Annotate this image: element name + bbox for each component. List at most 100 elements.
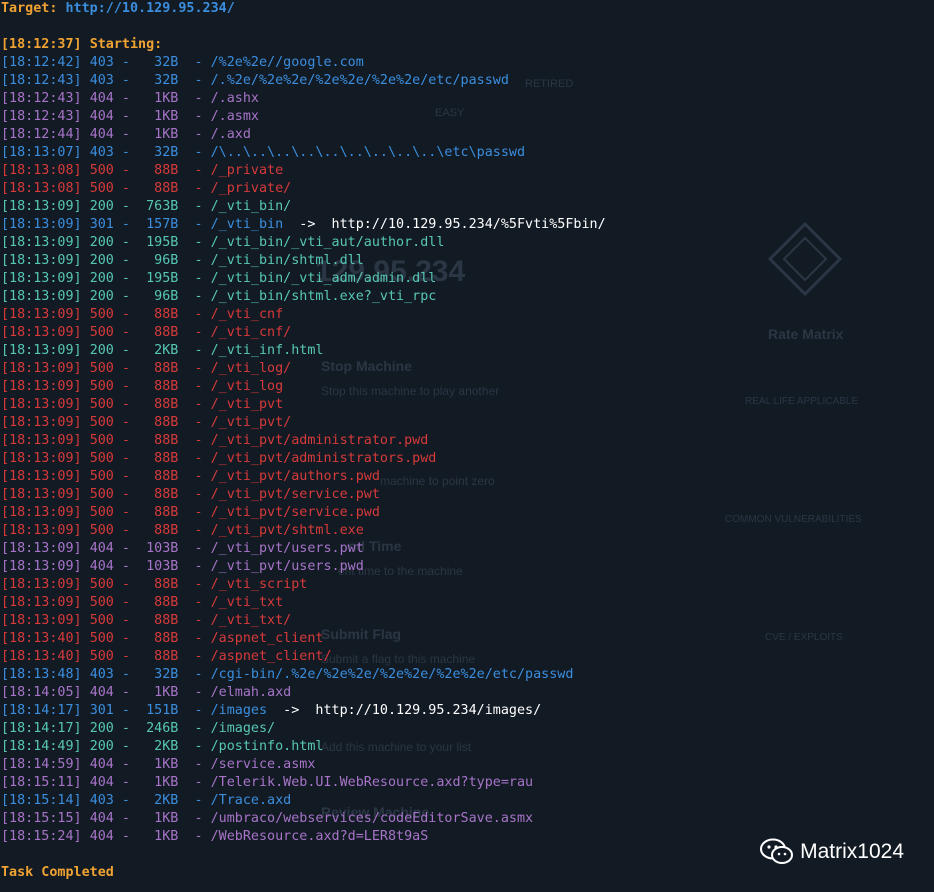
log-timestamp: [18:13:09] — [1, 235, 82, 250]
log-path: /_private — [210, 163, 284, 178]
log-path: /_vti_pvt — [210, 397, 284, 412]
log-path: /_vti_bin/shtml.exe?_vti_rpc — [210, 289, 437, 304]
log-timestamp: [18:13:09] — [1, 289, 82, 304]
log-status: 404 — [89, 109, 114, 124]
log-line: [18:12:44] 404 - 1KB - /.axd — [1, 127, 251, 142]
log-size: 195B — [146, 271, 179, 286]
log-timestamp: [18:13:09] — [1, 487, 82, 502]
log-path: /.%2e/%2e%2e/%2e%2e/%2e%2e/etc/passwd — [210, 73, 509, 88]
log-status: 500 — [89, 487, 114, 502]
log-status: 200 — [89, 721, 114, 736]
log-status: 404 — [89, 91, 114, 106]
log-path: /_vti_bin/_vti_adm/admin.dll — [210, 271, 437, 286]
log-status: 500 — [89, 181, 114, 196]
log-path: /_vti_bin/shtml.dll — [210, 253, 364, 268]
log-path: /postinfo.html — [210, 739, 324, 754]
log-timestamp: [18:12:44] — [1, 127, 82, 142]
log-status: 200 — [89, 253, 114, 268]
log-timestamp: [18:15:14] — [1, 793, 82, 808]
log-status: 404 — [89, 541, 114, 556]
starting-line: [18:12:37] Starting: — [1, 36, 931, 54]
log-status: 500 — [89, 307, 114, 322]
log-line: [18:13:08] 500 - 88B - /_private/ — [1, 181, 292, 196]
log-size: 1KB — [154, 127, 179, 142]
log-timestamp: [18:13:09] — [1, 523, 82, 538]
log-line: [18:13:08] 500 - 88B - /_private — [1, 163, 284, 178]
log-path: /.asmx — [210, 109, 259, 124]
log-line: [18:13:09] 200 - 2KB - /_vti_inf.html — [1, 343, 324, 358]
log-status: 301 — [89, 703, 114, 718]
log-status: 500 — [89, 595, 114, 610]
log-timestamp: [18:13:09] — [1, 271, 82, 286]
log-line: [18:12:43] 403 - 32B - /.%2e/%2e%2e/%2e%… — [1, 73, 509, 88]
log-timestamp: [18:13:07] — [1, 145, 82, 160]
log-status: 404 — [89, 775, 114, 790]
log-line: [18:12:43] 404 - 1KB - /.ashx — [1, 91, 259, 106]
log-timestamp: [18:14:17] — [1, 703, 82, 718]
log-size: 1KB — [154, 757, 179, 772]
log-status: 404 — [89, 559, 114, 574]
log-status: 500 — [89, 361, 114, 376]
log-timestamp: [18:13:09] — [1, 217, 82, 232]
redirect-arrow: -> — [267, 703, 316, 718]
log-timestamp: [18:13:09] — [1, 199, 82, 214]
watermark: Matrix1024 — [760, 838, 904, 866]
log-path: /_vti_pvt/shtml.exe — [210, 523, 364, 538]
terminal-output: Target: http://10.129.95.234/ [18:12:37]… — [1, 0, 931, 882]
log-line: [18:15:15] 404 - 1KB - /umbraco/webservi… — [1, 811, 534, 826]
log-path: /.axd — [210, 127, 251, 142]
log-lines: [18:12:42] 403 - 32B - /%2e%2e//google.c… — [1, 54, 931, 846]
log-status: 403 — [89, 667, 114, 682]
log-line: [18:13:09] 500 - 88B - /_vti_pvt/ — [1, 415, 292, 430]
log-status: 404 — [89, 811, 114, 826]
log-size: 246B — [146, 721, 179, 736]
starting-time: [18:12:37] — [1, 37, 82, 52]
log-status: 200 — [89, 343, 114, 358]
log-status: 500 — [89, 397, 114, 412]
log-timestamp: [18:13:09] — [1, 577, 82, 592]
log-timestamp: [18:13:09] — [1, 595, 82, 610]
log-status: 500 — [89, 469, 114, 484]
redirect-url: http://10.129.95.234/images/ — [315, 703, 542, 718]
log-size: 151B — [146, 703, 179, 718]
log-timestamp: [18:14:05] — [1, 685, 82, 700]
log-path: /_vti_log — [210, 379, 284, 394]
log-line: [18:13:40] 500 - 88B - /aspnet_client — [1, 631, 324, 646]
log-status: 404 — [89, 757, 114, 772]
log-size: 763B — [146, 199, 179, 214]
log-path: /images/ — [210, 721, 276, 736]
log-status: 500 — [89, 451, 114, 466]
starting-text: Starting: — [89, 37, 163, 52]
log-size: 88B — [154, 523, 179, 538]
log-timestamp: [18:14:49] — [1, 739, 82, 754]
log-size: 32B — [154, 667, 179, 682]
log-status: 500 — [89, 505, 114, 520]
log-size: 88B — [154, 325, 179, 340]
log-status: 500 — [89, 523, 114, 538]
log-path: /_vti_pvt/service.pwt — [210, 487, 380, 502]
log-line: [18:12:43] 404 - 1KB - /.asmx — [1, 109, 259, 124]
log-status: 500 — [89, 325, 114, 340]
log-timestamp: [18:15:24] — [1, 829, 82, 844]
log-path: /_vti_bin/_vti_aut/author.dll — [210, 235, 445, 250]
log-timestamp: [18:13:40] — [1, 631, 82, 646]
log-status: 403 — [89, 73, 114, 88]
log-path: /_vti_pvt/users.pwd — [210, 559, 364, 574]
log-line: [18:13:48] 403 - 32B - /cgi-bin/.%2e/%2e… — [1, 667, 574, 682]
log-size: 2KB — [154, 343, 179, 358]
log-path: /umbraco/webservices/codeEditorSave.asmx — [210, 811, 534, 826]
log-size: 103B — [146, 541, 179, 556]
log-line: [18:13:09] 500 - 88B - /_vti_cnf — [1, 307, 284, 322]
log-timestamp: [18:13:09] — [1, 613, 82, 628]
log-path: /.ashx — [210, 91, 259, 106]
log-path: /Trace.axd — [210, 793, 292, 808]
log-timestamp: [18:12:42] — [1, 55, 82, 70]
log-timestamp: [18:13:09] — [1, 325, 82, 340]
log-size: 88B — [154, 577, 179, 592]
log-size: 1KB — [154, 811, 179, 826]
log-status: 500 — [89, 631, 114, 646]
log-path: /aspnet_client/ — [210, 649, 332, 664]
log-status: 500 — [89, 379, 114, 394]
redirect-arrow: -> — [283, 217, 332, 232]
log-timestamp: [18:14:17] — [1, 721, 82, 736]
